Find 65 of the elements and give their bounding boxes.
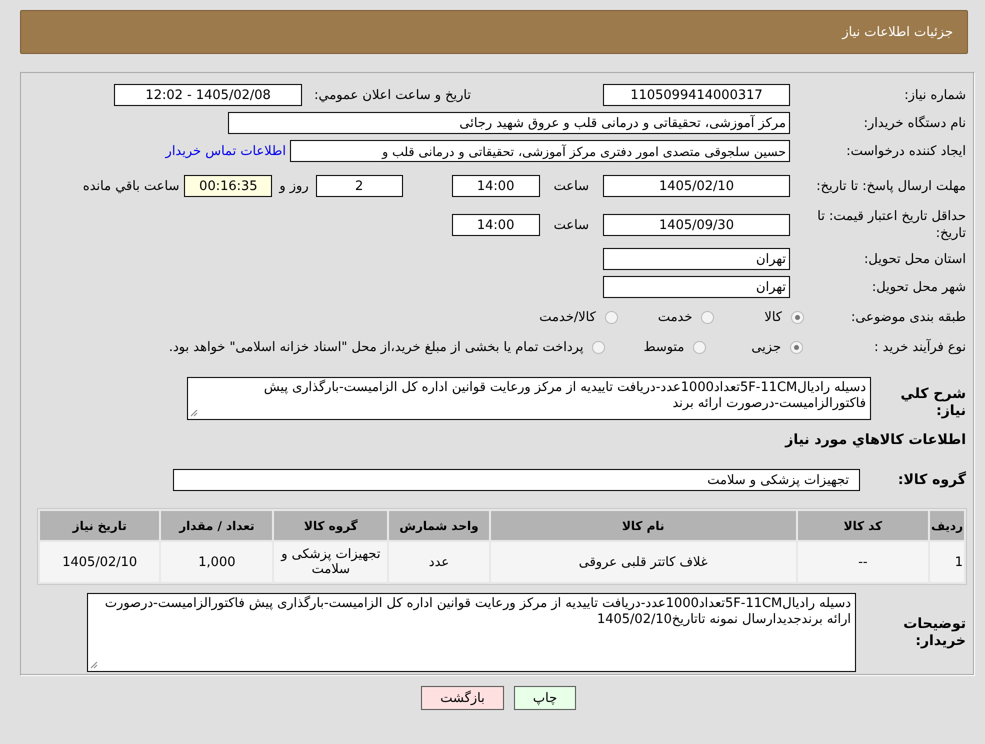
- section-heading: اطلاعات كالاهاي مورد نياز: [785, 432, 966, 448]
- resize-grip-icon[interactable]: [90, 661, 98, 669]
- table-cell: عدد: [389, 542, 489, 582]
- column-header: کد کالا: [798, 511, 928, 540]
- announce-date-field: 1405/02/08 - 12:02: [114, 84, 302, 106]
- column-header: ردیف: [930, 511, 964, 540]
- field-label: شهر محل تحویل:: [870, 278, 966, 296]
- field-label: استان محل تحویل:: [863, 250, 966, 268]
- time-label: ساعت: [554, 178, 589, 194]
- field-label: ایجاد کننده درخواست:: [845, 142, 966, 160]
- radio-button[interactable]: [592, 340, 606, 354]
- radio-button[interactable]: [790, 340, 803, 354]
- field-label: شرح كلي نیاز:: [900, 386, 966, 420]
- radio-button[interactable]: [791, 310, 804, 324]
- time-field: 14:00: [452, 214, 540, 236]
- need-number-field: 1105099414000317: [603, 84, 790, 106]
- table-cell: 1405/02/10: [40, 542, 160, 582]
- time-label: ساعت: [554, 218, 589, 232]
- table-cell: 1,000: [161, 542, 272, 582]
- province-field: تهران: [603, 248, 790, 270]
- radio-button[interactable]: [604, 310, 618, 324]
- creator-field: حسین سلجوقی متصدی امور دفتری مرکز آموزشی، تحقیقاتی و درمانی قلب و: [290, 140, 790, 162]
- radio-button[interactable]: [701, 310, 714, 324]
- buyer-field: مرکز آموزشی، تحقیقاتی و درمانی قلب و عروق شهید رجائی: [228, 112, 790, 134]
- field-label: تاريخ و ساعت اعلان عمومي:: [314, 88, 471, 102]
- option-label: پرداخت تمام یا بخشی از مبلغ خرید،از محل "اسناد خزانه اسلامی" خواهد بود.: [168, 340, 584, 354]
- option-label: کالا/خدمت: [539, 310, 596, 324]
- option-label: متوسط: [643, 340, 684, 354]
- column-header: واحد شمارش: [389, 511, 489, 540]
- table-cell: --: [798, 542, 928, 582]
- field-label: نوع فرآیند خرید :: [873, 338, 966, 356]
- back-button[interactable]: بازگشت: [421, 686, 504, 710]
- radio-button[interactable]: [693, 340, 706, 354]
- field-label: شماره نیاز:: [903, 86, 966, 104]
- option-label: کالا: [764, 310, 782, 324]
- option-label: جزیی: [751, 340, 781, 354]
- time-field: 14:00: [452, 175, 540, 197]
- field-label: مهلت ارسال پاسخ: تا تاریخ:: [815, 178, 966, 194]
- date-field: 1405/02/10: [603, 175, 790, 197]
- resize-grip-icon[interactable]: [190, 409, 198, 417]
- column-header: تاریخ نیاز: [40, 511, 160, 540]
- city-field: تهران: [603, 276, 790, 298]
- field-label: طبقه بندی موضوعی:: [850, 308, 966, 326]
- field-label: نام دستگاه خریدار:: [862, 114, 966, 132]
- buyer-contact-link[interactable]: اطلاعات تماس خریدار: [166, 144, 286, 158]
- table-cell: غلاف کاتتر قلبی عروقی: [490, 542, 796, 582]
- date-field: 1405/09/30: [603, 214, 790, 236]
- remaining-label: ساعت باقي مانده: [82, 178, 180, 194]
- option-label: خدمت: [658, 310, 692, 324]
- remaining-time-field: 00:16:35: [184, 175, 272, 197]
- table-cell: 1: [930, 542, 964, 582]
- days-label: روز و: [279, 178, 309, 194]
- field-label: گروه کالا:: [896, 472, 966, 488]
- buyer-notes-text: دسیله رادیال5F-11CMتعداد1000عدد-دریافت تاییدیه از مرکز ورعایت قوانین اداره کل الزامیست-بارگذاری پیش فاکتورالزامیست-درصورت ارائه برندجدیدارسال نمونه تاتاریخ1405/02/10: [104, 596, 851, 627]
- column-header: گروه کالا: [274, 511, 388, 540]
- goods-group-field: تجهیزات پزشکی و سلامت: [173, 469, 860, 491]
- table-cell: تجهیزات پزشکی و سلامت: [274, 542, 388, 582]
- column-header: تعداد / مقدار: [161, 511, 272, 540]
- description-text: دسیله رادیال5F-11CMتعداد1000عدد-دریافت تاییدیه از مرکز ورعایت قوانین اداره کل الزامیست-بارگذاری پیش فاکتورالزامیست-درصورت ارائه برند: [264, 380, 866, 411]
- field-label: حداقل تاریخ اعتبار قیمت: تا تاریخ:: [816, 208, 966, 242]
- column-header: نام کالا: [490, 511, 796, 540]
- print-button[interactable]: چاپ: [514, 686, 576, 710]
- page-title: جزئیات اطلاعات نیاز: [842, 24, 953, 40]
- days-field: 2: [316, 175, 403, 197]
- field-label: توضیحات خریدار:: [902, 616, 966, 650]
